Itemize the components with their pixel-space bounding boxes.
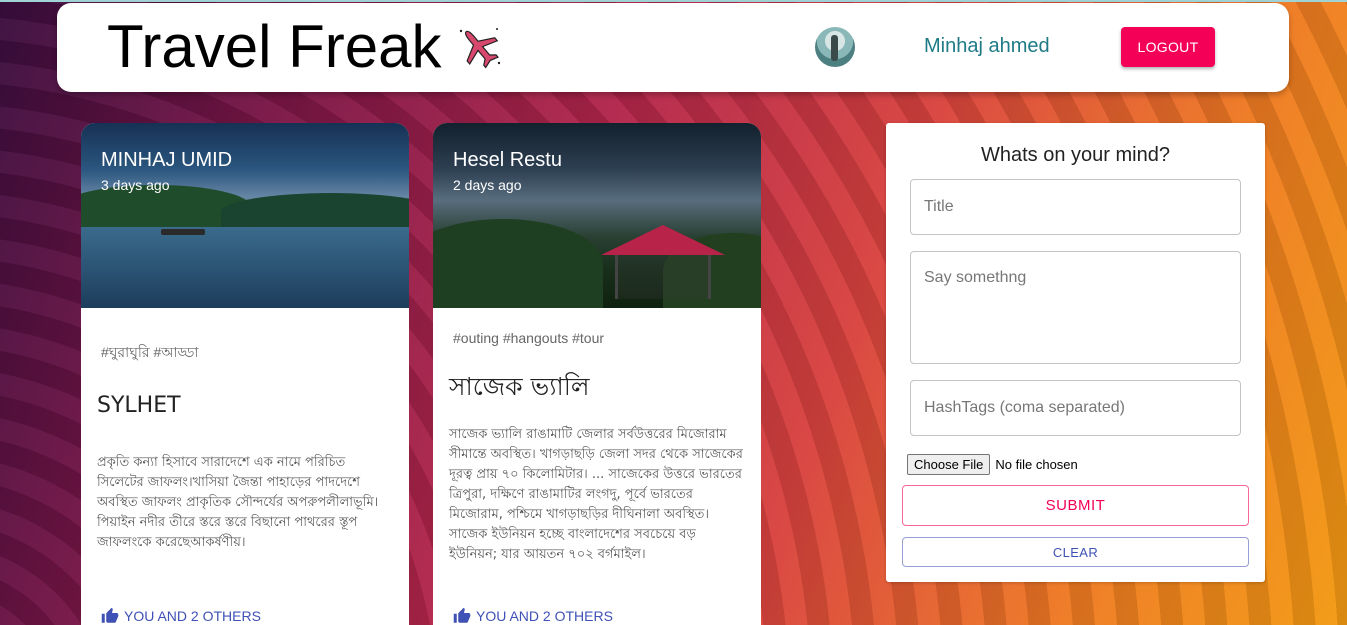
post-author: MINHAJ UMID xyxy=(101,149,233,171)
file-status: No file chosen xyxy=(995,457,1078,472)
post-title: সাজেক ভ্যালি xyxy=(449,372,590,401)
post-time: 3 days ago xyxy=(101,177,170,193)
avatar[interactable] xyxy=(815,27,855,67)
like-button[interactable]: YOU AND 2 OTHERS xyxy=(101,605,261,625)
thumb-up-icon xyxy=(453,607,471,623)
post-message: সাজেক ভ্যালি রাঙামাটি জেলার সর্বউত্তরের … xyxy=(449,427,743,562)
gazebo xyxy=(615,255,711,299)
post-image: Hesel Restu 2 days ago xyxy=(433,123,761,308)
post-image: MINHAJ UMID 3 days ago xyxy=(81,123,409,308)
hashtags-input[interactable] xyxy=(910,380,1241,436)
app-title: Travel Freak xyxy=(107,13,442,80)
post-author: Hesel Restu xyxy=(453,149,562,171)
gazebo-roof xyxy=(601,225,725,255)
logout-button[interactable]: LOGOUT xyxy=(1121,27,1215,67)
title-input[interactable] xyxy=(910,179,1241,235)
message-input[interactable] xyxy=(910,251,1241,364)
clear-button[interactable]: CLEAR xyxy=(902,537,1249,567)
post-tags: #outing #hangouts #tour xyxy=(453,330,605,346)
post-card: MINHAJ UMID 3 days ago #ঘুরাঘুরি #আড্ডা … xyxy=(81,123,409,625)
file-picker: Choose File No file chosen xyxy=(907,454,1078,475)
create-post-form: Whats on your mind? Choose File No file … xyxy=(886,123,1265,582)
form-heading: Whats on your mind? xyxy=(981,144,1170,166)
post-card: Hesel Restu 2 days ago #outing #hangouts… xyxy=(433,123,761,625)
post-message: প্রকৃতি কন্যা হিসাবে সারাদেশে এক নামে পর… xyxy=(97,455,379,550)
user-name: Minhaj ahmed xyxy=(924,35,1050,57)
window-top-line xyxy=(0,0,1347,2)
app-bar: Travel Freak Minhaj ahmed LOGOUT xyxy=(57,3,1289,92)
like-button[interactable]: YOU AND 2 OTHERS xyxy=(453,605,613,625)
airplane-icon xyxy=(459,28,501,69)
like-label: YOU AND 2 OTHERS xyxy=(124,608,261,624)
post-tags: #ঘুরাঘুরি #আড্ডা xyxy=(101,344,199,360)
submit-button[interactable]: SUBMIT xyxy=(902,485,1249,526)
post-title: SYLHET xyxy=(97,393,181,418)
like-label: YOU AND 2 OTHERS xyxy=(476,608,613,624)
post-time: 2 days ago xyxy=(453,177,522,193)
thumb-up-icon xyxy=(101,607,119,623)
choose-file-button[interactable]: Choose File xyxy=(907,454,991,475)
